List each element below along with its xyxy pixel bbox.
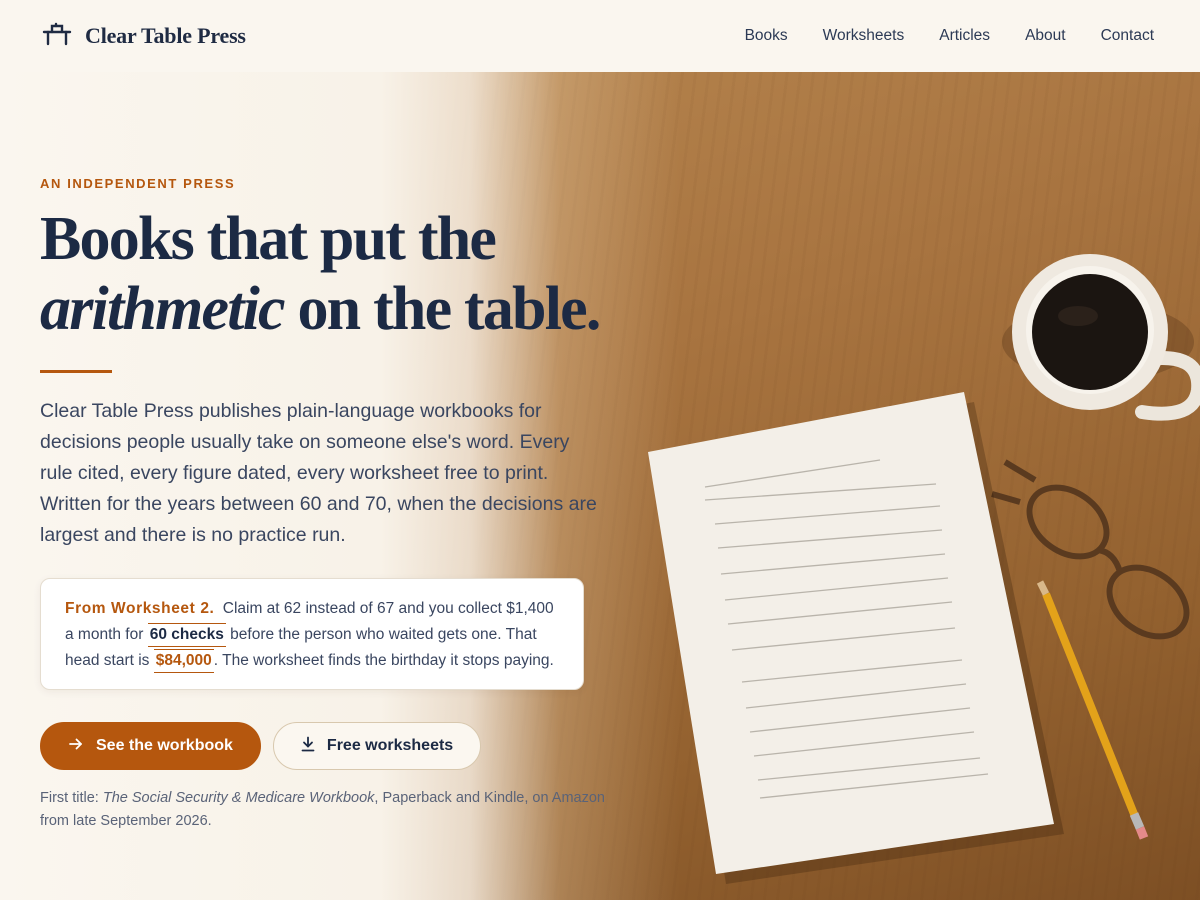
free-worksheets-label: Free worksheets — [326, 737, 454, 754]
nav-link-about[interactable]: About — [1025, 27, 1066, 45]
nav-link-worksheets[interactable]: Worksheets — [823, 27, 905, 45]
callout-label: From Worksheet 2. — [65, 600, 215, 617]
headline-italic: arithmetic — [40, 275, 286, 343]
free-worksheets-button[interactable]: Free worksheets — [272, 722, 482, 770]
page-title: Books that put the arithmetic on the tab… — [40, 204, 640, 344]
eyebrow: AN INDEPENDENT PRESS — [40, 176, 236, 191]
hero-lede: Clear Table Press publishes plain-langua… — [40, 400, 597, 546]
headline-rest: on the table. — [283, 275, 601, 343]
see-workbook-label: See the workbook — [96, 737, 233, 754]
see-workbook-button[interactable]: See the workbook — [40, 722, 261, 770]
brand-name: Clear Table Press — [85, 23, 246, 48]
hero-actions: See the workbook Free worksheets — [40, 722, 482, 770]
headline-line1: Books that put the — [40, 205, 497, 273]
nav-link-books[interactable]: Books — [745, 27, 788, 45]
table-icon — [42, 22, 72, 51]
footnote-book-title: The Social Security & Medicare Workbook — [102, 790, 375, 806]
first-title-note: First title: The Social Security & Medic… — [40, 787, 630, 833]
worksheet-paper-image — [648, 392, 1064, 884]
nav-links: Books Worksheets Articles About Contact — [745, 27, 1154, 45]
accent-divider — [40, 370, 112, 373]
coffee-cup-image — [1002, 254, 1200, 421]
arrow-right-icon — [68, 737, 84, 756]
nav-link-articles[interactable]: Articles — [939, 27, 990, 45]
glasses-image — [991, 459, 1190, 640]
callout-checks: 60 checks — [147, 623, 226, 647]
footnote-prefix: First title: — [40, 790, 103, 806]
callout-text-3: . The worksheet finds the birthday it st… — [213, 652, 554, 669]
worksheet-callout: From Worksheet 2. Claim at 62 instead of… — [40, 578, 584, 690]
top-nav: Clear Table Press Books Worksheets Artic… — [0, 0, 1200, 72]
nav-link-contact[interactable]: Contact — [1101, 27, 1154, 45]
callout-amount: $84,000 — [153, 649, 214, 673]
brand[interactable]: Clear Table Press — [42, 22, 246, 51]
download-icon — [301, 736, 315, 757]
